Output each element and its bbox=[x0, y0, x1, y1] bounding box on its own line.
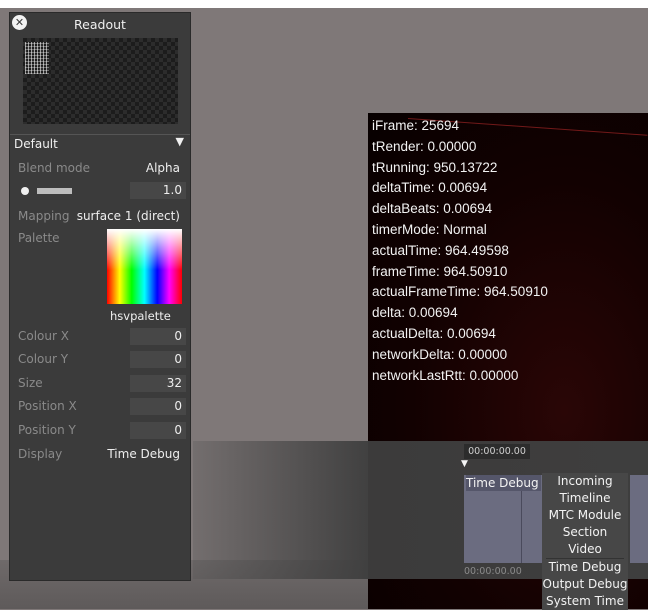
readout-text: iFrame: 25694 tRender: 0.00000 tRunning:… bbox=[372, 116, 548, 386]
section-label: Default bbox=[14, 137, 58, 151]
readout-line: actualDelta: 0.00694 bbox=[372, 325, 496, 341]
menu-item-incoming[interactable]: Incoming bbox=[542, 473, 628, 490]
chevron-down-icon[interactable]: ▼ bbox=[176, 135, 184, 148]
readout-line: delta: 0.00694 bbox=[372, 305, 458, 321]
readout-line: timerMode: Normal bbox=[372, 221, 487, 237]
readout-line: frameTime: 964.50910 bbox=[372, 263, 508, 279]
size-input[interactable]: 32 bbox=[130, 375, 186, 392]
position-x-label: Position X bbox=[18, 399, 77, 413]
blend-mode-label: Blend mode bbox=[18, 161, 91, 175]
readout-line: tRunning: 950.13722 bbox=[372, 159, 498, 175]
colour-y-input[interactable]: 0 bbox=[130, 351, 186, 368]
readout-line: tRender: 0.00000 bbox=[372, 138, 477, 154]
readout-line: actualFrameTime: 964.50910 bbox=[372, 284, 548, 300]
readout-line: deltaTime: 0.00694 bbox=[372, 180, 488, 196]
readout-line: networkLastRtt: 0.00000 bbox=[372, 367, 519, 383]
mapping-select[interactable]: surface 1 (direct) bbox=[77, 209, 180, 223]
position-x-input[interactable]: 0 bbox=[130, 398, 186, 415]
menu-item-output-debug[interactable]: Output Debug bbox=[542, 576, 628, 593]
top-strip bbox=[0, 0, 648, 8]
colour-x-input[interactable]: 0 bbox=[130, 328, 186, 345]
menu-item-timeline[interactable]: Timeline bbox=[542, 490, 628, 507]
playhead-icon[interactable]: ▼ bbox=[461, 459, 468, 469]
track-label[interactable]: Time Debug bbox=[466, 475, 541, 491]
timeline-track[interactable]: Time Debug bbox=[464, 475, 543, 563]
section-header[interactable]: Default ▼ bbox=[10, 134, 190, 154]
position-y-label: Position Y bbox=[18, 423, 76, 437]
opacity-slider-handle[interactable] bbox=[21, 187, 29, 195]
blend-mode-select[interactable]: Alpha bbox=[146, 161, 180, 175]
colour-y-label: Colour Y bbox=[18, 352, 69, 366]
opacity-slider[interactable] bbox=[37, 188, 72, 194]
timeline-track-right[interactable] bbox=[630, 475, 648, 563]
preview-content bbox=[25, 42, 49, 74]
menu-item-section[interactable]: Section bbox=[542, 524, 628, 541]
readout-line: iFrame: 25694 bbox=[372, 118, 460, 133]
palette-swatch[interactable] bbox=[107, 229, 182, 304]
timeline-start-time: 00:00:00.00 bbox=[464, 444, 530, 459]
menu-item-video[interactable]: Video bbox=[542, 541, 628, 558]
readout-panel: ✕ Readout Default ▼ Blend mode Alpha 1.0… bbox=[9, 12, 191, 581]
position-y-input[interactable]: 0 bbox=[130, 422, 186, 439]
readout-line: networkDelta: 0.00000 bbox=[372, 346, 508, 362]
readout-line: actualTime: 964.49598 bbox=[372, 242, 509, 258]
panel-title: Readout bbox=[74, 17, 126, 32]
timeline-end-time: 00:00:00.00 bbox=[464, 566, 522, 577]
opacity-input[interactable]: 1.0 bbox=[130, 182, 186, 199]
size-label: Size bbox=[18, 376, 43, 390]
track-divider bbox=[521, 491, 522, 563]
readout-line: deltaBeats: 0.00694 bbox=[372, 201, 493, 217]
display-dropdown-menu: Incoming Timeline MTC Module Section Vid… bbox=[542, 473, 628, 610]
palette-label: Palette bbox=[18, 231, 60, 245]
menu-item-mtc-module[interactable]: MTC Module bbox=[542, 507, 628, 524]
colour-x-label: Colour X bbox=[18, 329, 69, 343]
menu-item-time-debug[interactable]: Time Debug bbox=[542, 559, 628, 576]
mapping-label: Mapping bbox=[18, 209, 70, 223]
display-select[interactable]: Time Debug bbox=[107, 447, 180, 461]
menu-item-system-time[interactable]: System Time bbox=[542, 593, 628, 610]
display-label: Display bbox=[18, 447, 63, 461]
palette-name: hsvpalette bbox=[110, 309, 171, 323]
preview-thumbnail bbox=[23, 38, 178, 124]
